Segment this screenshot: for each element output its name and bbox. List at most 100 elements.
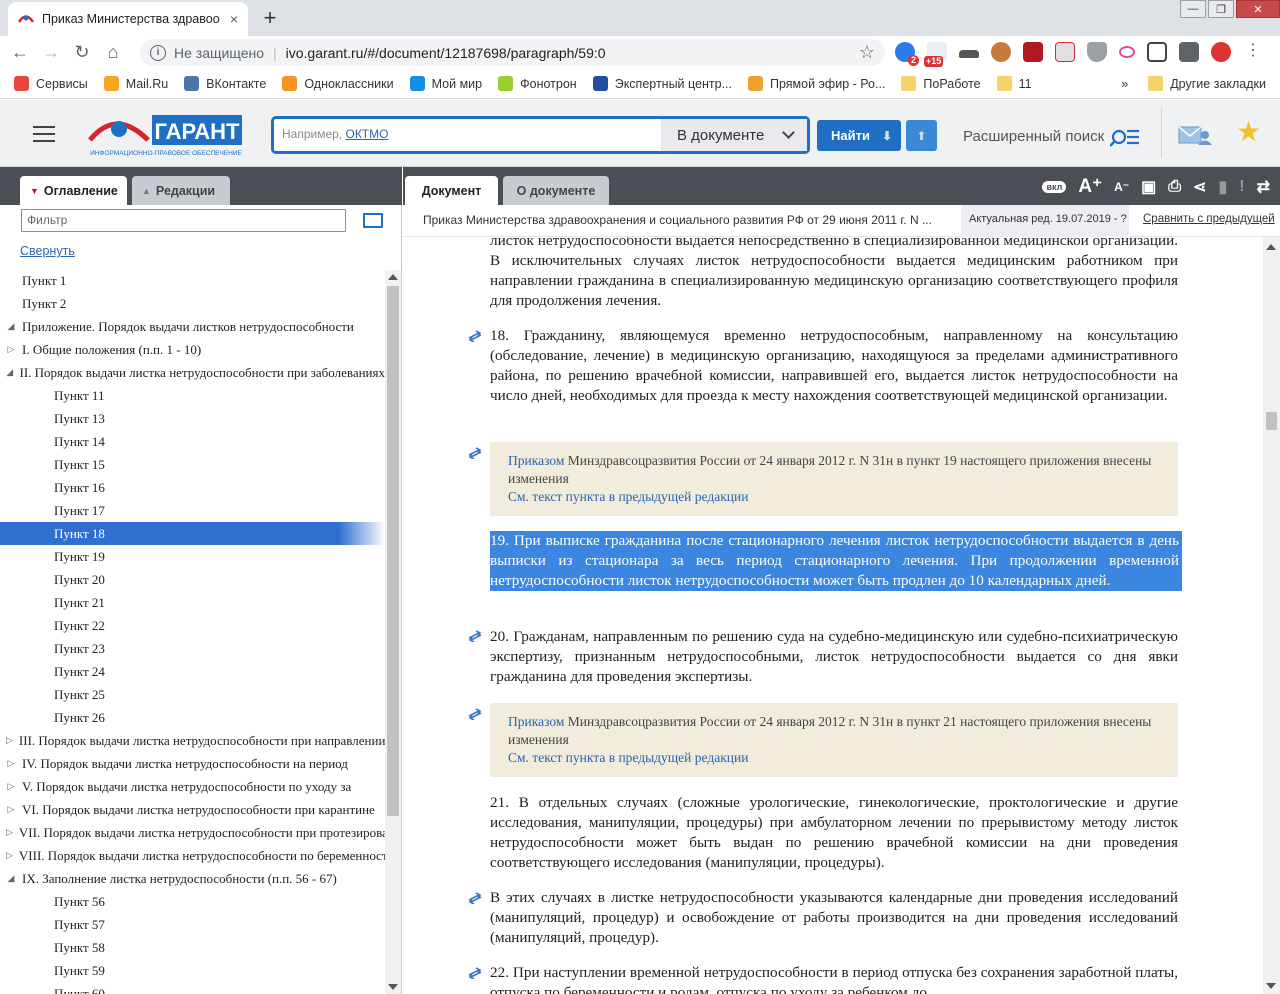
restore-icon[interactable]: ❐ xyxy=(1208,0,1234,18)
weather-extension-icon[interactable]: +15 xyxy=(924,42,947,67)
toc-item[interactable]: Пункт 26 xyxy=(0,706,385,729)
mail-consult-icon[interactable] xyxy=(1178,124,1212,146)
toc-item[interactable]: ▷ VI. Порядок выдачи листка нетрудоспособ… xyxy=(0,798,385,821)
edition-marker-icon[interactable] xyxy=(467,630,483,642)
edition-marker-icon[interactable] xyxy=(467,708,483,720)
collapse-icon[interactable]: ◢ xyxy=(6,873,16,884)
address-bar[interactable]: i Не защищено | ivo.garant.ru/#/document… xyxy=(140,39,885,66)
bookmark-folder[interactable]: 11 xyxy=(996,76,1032,91)
toc-item[interactable]: Пункт 15 xyxy=(0,453,385,476)
window-close-icon[interactable]: ✕ xyxy=(1236,0,1280,18)
toc-item[interactable]: Пункт 22 xyxy=(0,614,385,637)
toc-item[interactable]: Пункт 21 xyxy=(0,591,385,614)
expand-icon[interactable]: ▷ xyxy=(6,804,16,815)
toc-item[interactable]: ▷ VII. Порядок выдачи листка нетрудоспосо… xyxy=(0,821,385,844)
filter-input[interactable]: Фильтр xyxy=(21,209,346,232)
search-box[interactable]: Например, ОКТМО В документе xyxy=(271,116,810,154)
alert-icon[interactable]: ! xyxy=(1239,178,1244,196)
toc-item[interactable]: ◢ Приложение. Порядок выдачи листков нетр… xyxy=(0,315,385,338)
toc-item[interactable]: ▷ I. Общие положения (п.п. 1 - 10) xyxy=(0,338,385,361)
scroll-down-icon[interactable] xyxy=(388,984,398,990)
advanced-search-button[interactable]: Расширенный поиск xyxy=(963,125,1140,147)
scrollbar-thumb[interactable] xyxy=(1266,412,1277,430)
toc-item[interactable]: Пункт 25 xyxy=(0,683,385,706)
toc-item[interactable]: Пункт 1 xyxy=(0,269,385,292)
bookmark-star-icon[interactable]: ☆ xyxy=(859,42,875,63)
font-decrease-icon[interactable]: A⁻ xyxy=(1114,180,1129,194)
toc-item[interactable]: ◢ IX. Заполнение листка нетрудоспособност… xyxy=(0,867,385,890)
bookmark-item[interactable]: Мой мир xyxy=(409,76,482,91)
bookmark-item[interactable]: Mail.Ru xyxy=(103,76,168,91)
bookmark-item[interactable]: Прямой эфир - Ро... xyxy=(747,76,885,91)
toc-item[interactable]: ▷ VIII. Порядок выдачи листка нетрудоспос… xyxy=(0,844,385,867)
actual-edition-badge[interactable]: Актуальная ред. 19.07.2019 - ? xyxy=(961,205,1129,237)
toc-item[interactable]: Пункт 14 xyxy=(0,430,385,453)
toc-item[interactable]: Пункт 57 xyxy=(0,913,385,936)
bookmark-item[interactable]: ВКонтакте xyxy=(184,76,266,91)
extension-badge-icon[interactable]: 2 xyxy=(895,42,919,66)
find-button[interactable]: Найти ⬇ xyxy=(817,120,901,151)
scroll-up-icon[interactable] xyxy=(388,274,398,280)
shield-extension-icon[interactable] xyxy=(1055,42,1075,62)
tab-contents[interactable]: ▼ Оглавление xyxy=(20,176,127,205)
previous-edition-link[interactable]: См. текст пункта в предыдущей редакции xyxy=(508,750,748,765)
compare-previous-link[interactable]: Сравнить с предыдущей xyxy=(1143,213,1275,225)
expand-icon[interactable]: ▷ xyxy=(6,344,16,355)
edition-marker-icon[interactable] xyxy=(467,967,483,979)
favorites-star-icon[interactable]: ★ xyxy=(1236,118,1261,146)
print-icon[interactable]: ⎙ xyxy=(1168,178,1181,196)
toc-item[interactable]: Пункт 60 xyxy=(0,982,385,994)
hat-extension-icon[interactable] xyxy=(959,50,979,58)
gray-shield-extension-icon[interactable] xyxy=(1087,42,1107,62)
toc-item[interactable]: Пункт 56 xyxy=(0,890,385,913)
search-up-button[interactable]: ⬆ xyxy=(906,120,937,151)
save-icon[interactable]: ▣ xyxy=(1141,177,1156,197)
home-icon[interactable]: ⌂ xyxy=(102,42,124,64)
toc-item[interactable]: ◢ II. Порядок выдачи листка нетрудоспособ… xyxy=(0,361,385,384)
code-extension-icon[interactable] xyxy=(1147,42,1167,62)
new-tab-button[interactable]: + xyxy=(256,5,284,31)
reload-icon[interactable]: ↻ xyxy=(71,42,93,64)
expand-icon[interactable]: ▷ xyxy=(6,850,13,861)
profile-avatar-icon[interactable] xyxy=(1211,42,1231,62)
toc-item[interactable]: ▷ III. Порядок выдачи листка нетрудоспосо… xyxy=(0,729,385,752)
toc-item[interactable]: ▷ V. Порядок выдачи листка нетрудоспособн… xyxy=(0,775,385,798)
toc-item[interactable]: Пункт 11 xyxy=(0,384,385,407)
garant-logo[interactable]: ГАРАНТ ИНФОРМАЦИОННО-ПРАВОВОЕ ОБЕСПЕЧЕНИ… xyxy=(86,112,246,158)
puzzle-extension-icon[interactable] xyxy=(1179,42,1199,62)
document-scrollbar[interactable] xyxy=(1263,237,1280,994)
search-scope-dropdown[interactable]: В документе xyxy=(661,119,807,151)
bookmarks-overflow-button[interactable]: » xyxy=(1121,77,1128,91)
toc-item[interactable]: Пункт 58 xyxy=(0,936,385,959)
search-input[interactable]: Например, ОКТМО xyxy=(282,127,388,141)
info-icon[interactable]: i xyxy=(150,44,166,61)
edition-marker-icon[interactable] xyxy=(467,892,483,904)
bookmark-folder[interactable]: ПоРаботе xyxy=(901,76,981,91)
order-link[interactable]: Приказом xyxy=(508,714,564,729)
expand-icon[interactable]: ▷ xyxy=(6,827,13,838)
expand-icon[interactable]: ▷ xyxy=(6,735,13,746)
expand-icon[interactable]: ▷ xyxy=(6,758,16,769)
hamburger-menu-icon[interactable] xyxy=(33,126,55,142)
toc-item[interactable]: Пункт 19 xyxy=(0,545,385,568)
collapse-link[interactable]: Свернуть xyxy=(20,244,75,258)
scroll-up-icon[interactable] xyxy=(1266,244,1276,250)
tab-document[interactable]: Документ xyxy=(405,176,498,205)
toc-item[interactable]: Пункт 2 xyxy=(0,292,385,315)
pink-extension-icon[interactable] xyxy=(1119,46,1135,58)
toc-item[interactable]: Пункт 59 xyxy=(0,959,385,982)
swap-arrows-icon[interactable]: ⇄ xyxy=(1257,177,1270,197)
tab-editions[interactable]: ▲ Редакции xyxy=(132,176,230,205)
scrollbar-thumb[interactable] xyxy=(387,286,399,816)
expand-icon[interactable]: ▷ xyxy=(6,781,16,792)
pdf-extension-icon[interactable] xyxy=(1023,42,1043,62)
edition-marker-icon[interactable] xyxy=(467,447,483,459)
tab-close-icon[interactable]: × xyxy=(230,11,238,27)
collapse-icon[interactable]: ◢ xyxy=(6,367,13,378)
bookmark-item[interactable]: Экспертный центр... xyxy=(592,76,732,91)
collapse-icon[interactable]: ◢ xyxy=(6,321,16,332)
search-placeholder-link[interactable]: ОКТМО xyxy=(345,127,388,141)
toc-scrollbar[interactable] xyxy=(385,270,401,994)
toc-item[interactable]: Пункт 23 xyxy=(0,637,385,660)
previous-edition-link[interactable]: См. текст пункта в предыдущей редакции xyxy=(508,489,748,504)
